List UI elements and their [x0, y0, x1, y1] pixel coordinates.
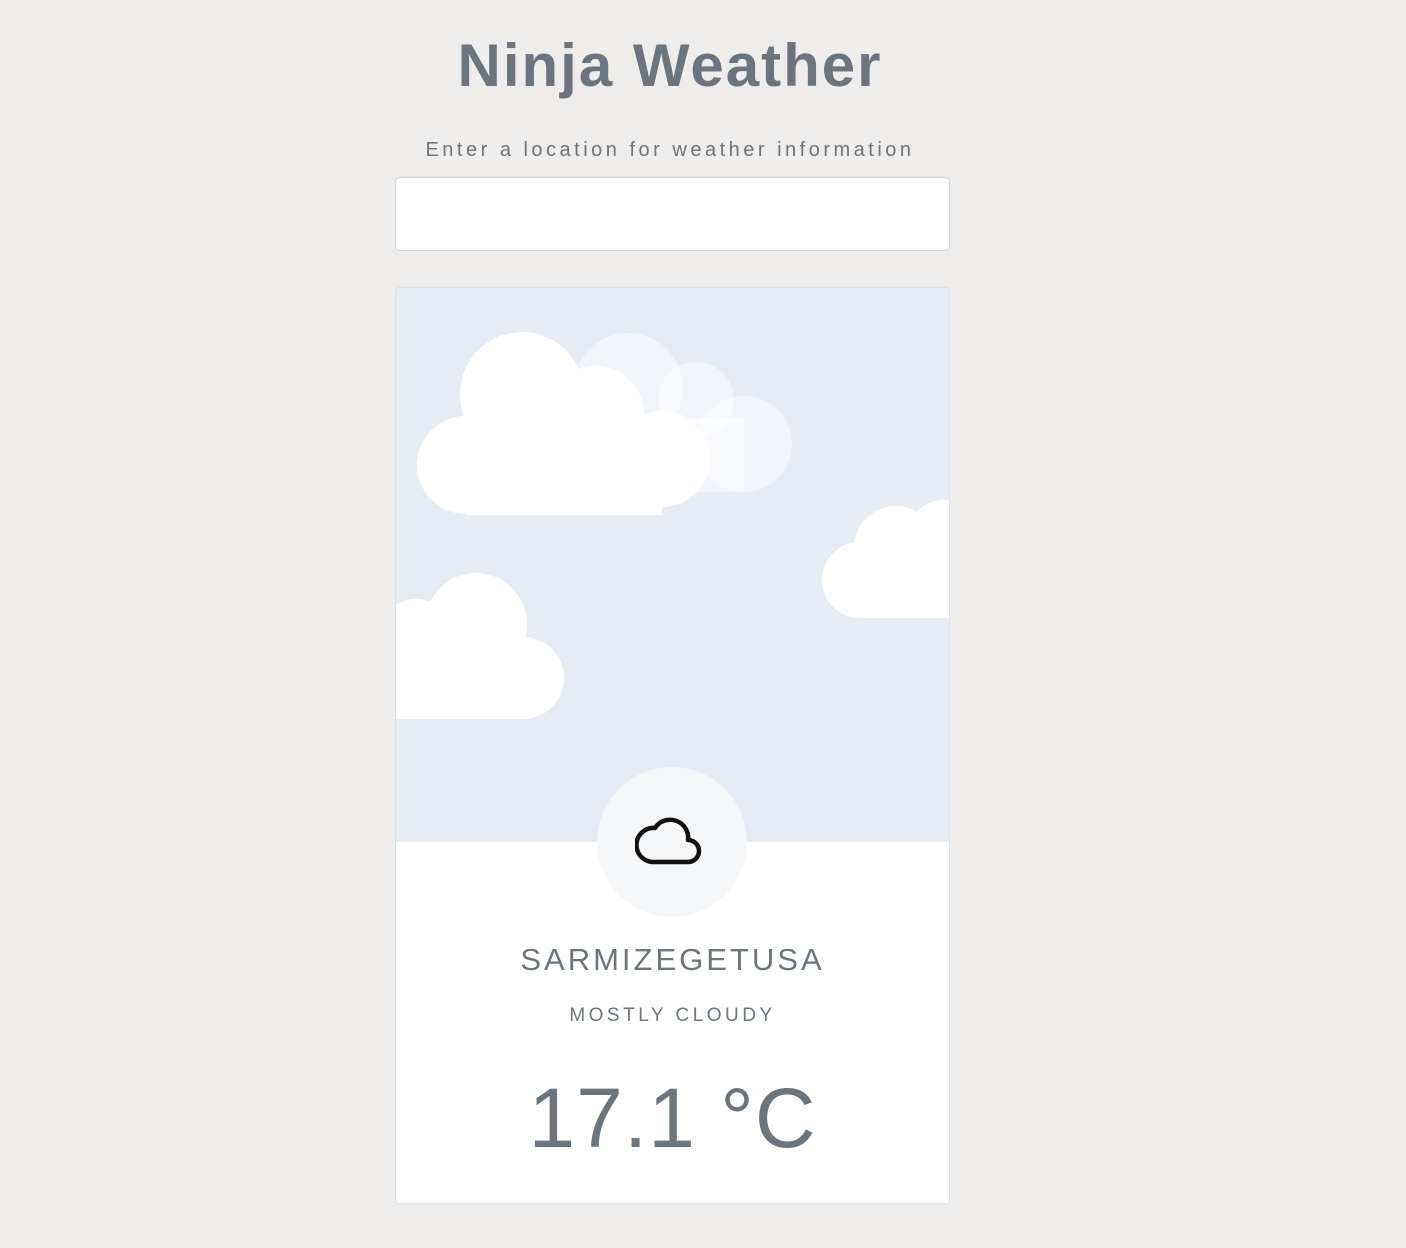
city-name: SARMIZEGETUSA — [520, 942, 825, 977]
weather-icon-badge — [597, 767, 747, 917]
location-prompt: Enter a location for weather information — [425, 139, 915, 161]
page-title: Ninja Weather — [457, 32, 883, 99]
location-input[interactable] — [395, 177, 950, 251]
right-cloud — [822, 500, 949, 618]
weather-scene — [396, 288, 949, 842]
clouds-illustration — [396, 332, 949, 719]
weather-condition: MOSTLY CLOUDY — [569, 1005, 776, 1026]
temperature-readout: 17.1 °C — [528, 1071, 817, 1165]
cloud-icon — [635, 817, 702, 865]
left-cloud — [396, 573, 564, 719]
weather-card: SARMIZEGETUSA MOSTLY CLOUDY 17.1 °C — [395, 287, 950, 1204]
